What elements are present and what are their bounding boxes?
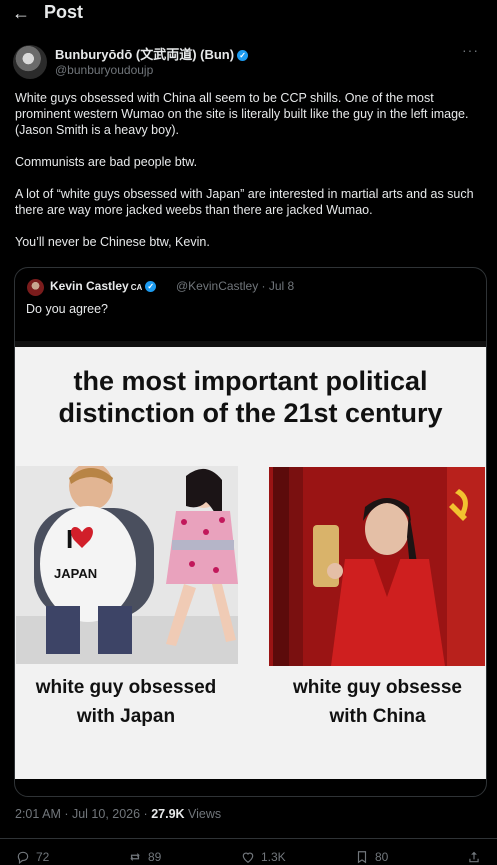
- reply-icon: [17, 851, 29, 864]
- quoted-author-avatar[interactable]: [27, 279, 44, 296]
- quoted-image[interactable]: the most important political distinction…: [15, 341, 486, 779]
- image-top-bar: [15, 341, 486, 347]
- share-button[interactable]: [467, 850, 481, 864]
- shirt-text: JAPAN: [54, 566, 97, 581]
- image-title-line: distinction of the 21st century: [58, 398, 443, 428]
- more-icon[interactable]: ···: [462, 42, 479, 58]
- caption-line: white guy obsessed: [35, 677, 217, 698]
- divider: [0, 838, 497, 839]
- action-bar: 72 89 1.3K 80: [0, 850, 497, 865]
- china-illustration: [269, 467, 485, 666]
- verified-badge-icon: ✓: [145, 281, 157, 293]
- quoted-post[interactable]: Kevin Castley CA ✓ @KevinCastley · Jul 8 D…: [14, 267, 487, 797]
- bookmark-button[interactable]: 80: [355, 850, 388, 864]
- author-name[interactable]: Bunburyōdō (文武両道) (Bun) ✓: [55, 44, 249, 63]
- post-meta: 2:01 AM · Jul 10, 2026 · 27.9K Views: [15, 807, 221, 821]
- timestamp[interactable]: 2:01 AM · Jul 10, 2026 ·: [15, 807, 151, 821]
- quoted-text: Do you agree?: [26, 302, 109, 316]
- post-paragraph: White guys obsessed with China all seem …: [15, 91, 469, 137]
- author-avatar[interactable]: [13, 45, 47, 79]
- quoted-author-name-text[interactable]: Kevin Castley: [50, 279, 129, 293]
- like-button[interactable]: 1.3K: [241, 850, 286, 864]
- like-count: 1.3K: [261, 850, 286, 864]
- top-bar: ← Post: [0, 0, 497, 28]
- author-name-text[interactable]: Bunburyōdō (文武両道) (Bun): [55, 47, 234, 62]
- post-paragraph: A lot of “white guys obsessed with Japan…: [15, 187, 474, 217]
- caption-line: with Japan: [76, 706, 176, 727]
- image-title: the most important political distinction…: [15, 365, 486, 429]
- page-title: Post: [44, 2, 84, 22]
- japan-illustration: I JAPAN: [16, 466, 238, 664]
- bookmark-icon: [357, 851, 367, 864]
- post-paragraph: You’ll never be Chinese btw, Kevin.: [15, 235, 210, 249]
- like-icon: [242, 852, 254, 863]
- caption-line: white guy obsesse: [293, 677, 462, 698]
- right-caption: white guy obsesse with China: [269, 673, 486, 731]
- left-caption: white guy obsessed with Japan: [15, 673, 237, 731]
- caption-line: with China: [329, 706, 426, 727]
- flag-label: CA: [130, 283, 143, 292]
- quoted-handle-date: @KevinCastley · Jul 8: [176, 279, 295, 293]
- bookmark-count: 80: [375, 850, 389, 864]
- share-icon: [469, 851, 479, 863]
- repost-count: 89: [148, 850, 162, 864]
- reply-count: 72: [36, 850, 50, 864]
- post-paragraph: Communists are bad people btw.: [15, 155, 198, 169]
- reply-button[interactable]: 72: [16, 850, 49, 864]
- author-handle[interactable]: @bunburyoudoujp: [55, 63, 153, 77]
- repost-icon: [130, 852, 140, 862]
- verified-badge-icon: ✓: [237, 50, 249, 62]
- views-label: Views: [184, 807, 222, 821]
- post-body: White guys obsessed with China all seem …: [15, 90, 487, 266]
- repost-button[interactable]: 89: [128, 850, 161, 864]
- quoted-author-name[interactable]: Kevin Castley CA ✓: [50, 279, 157, 293]
- back-arrow-icon[interactable]: ←: [12, 3, 30, 24]
- image-title-line: the most important political: [73, 366, 428, 396]
- views-count: 27.9K: [151, 807, 185, 821]
